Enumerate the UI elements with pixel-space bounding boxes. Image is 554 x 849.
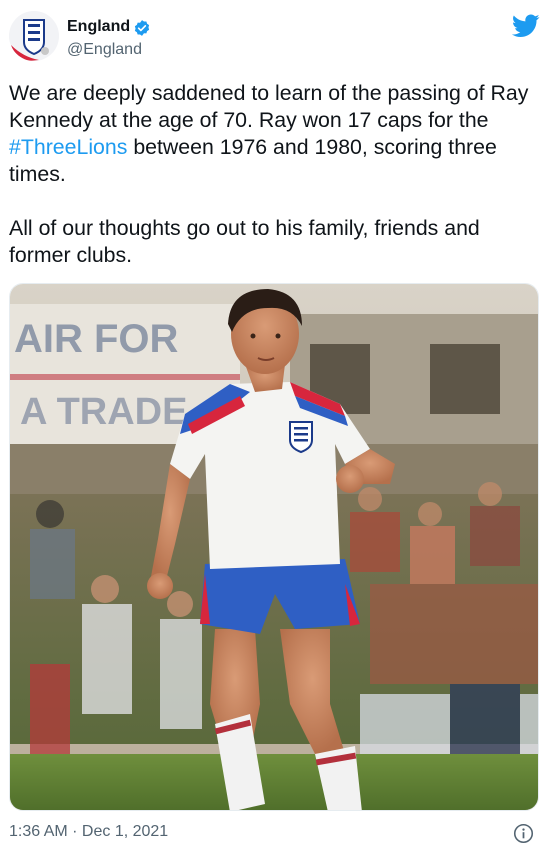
tweet-paragraph-1: We are deeply saddened to learn of the p… <box>9 80 539 188</box>
tweet-paragraph-2: All of our thoughts go out to his family… <box>9 216 480 267</box>
banner-text-2: A TRADE <box>20 391 187 433</box>
hashtag-link[interactable]: #ThreeLions <box>9 135 127 159</box>
tweet-photo[interactable]: AIR FOR A TRADE <box>9 283 539 811</box>
display-name[interactable]: England <box>67 18 130 36</box>
verified-badge-icon <box>134 20 150 36</box>
three-lions-crest-icon <box>9 11 59 61</box>
tweet-card: England @England We are deeply saddened … <box>0 0 554 849</box>
avatar[interactable] <box>9 11 59 61</box>
tweet-text-part: We are deeply saddened to learn of the p… <box>9 81 529 132</box>
twitter-bird-icon[interactable] <box>512 14 540 38</box>
tweet-text: We are deeply saddened to learn of the p… <box>9 80 539 269</box>
football-player-photo: AIR FOR A TRADE <box>10 284 538 810</box>
info-icon[interactable] <box>513 823 534 844</box>
account-handle[interactable]: @England <box>67 41 142 59</box>
banner-text: AIR FOR <box>14 317 179 361</box>
tweet-timestamp[interactable]: 1:36 AM · Dec 1, 2021 <box>9 823 168 841</box>
